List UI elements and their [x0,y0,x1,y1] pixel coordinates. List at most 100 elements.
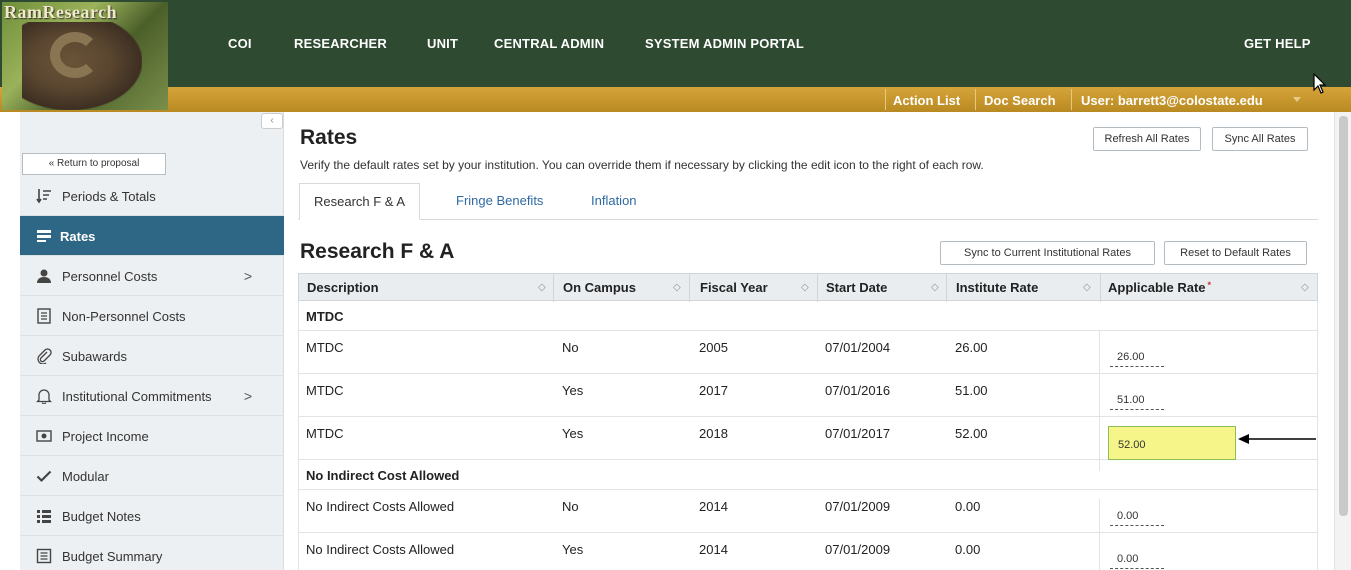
sidebar-item-budget-summary[interactable]: Budget Summary [20,536,284,570]
sidebar-item-non-personnel-costs[interactable]: Non-Personnel Costs [20,296,284,336]
sort-icon[interactable]: ◇ [673,282,681,293]
column-header-start-date[interactable]: Start Date [826,280,887,295]
ramresearch-logo[interactable]: RamResearch [2,2,168,110]
sort-icon[interactable]: ◇ [1301,282,1309,293]
group-row-mtdc: MTDC [298,301,1318,331]
money-icon [36,430,52,442]
column-header-fiscal-year[interactable]: Fiscal Year [700,280,768,295]
sidebar-item-personnel-costs[interactable]: Personnel Costs > [20,256,284,296]
paperclip-icon [37,348,52,364]
sidebar-item-institutional-commitments[interactable]: Institutional Commitments > [20,376,284,416]
list-icon [37,510,51,523]
separator [1071,89,1072,110]
mouse-pointer-icon [1313,73,1327,94]
arrow-left-icon [1238,434,1316,444]
sidebar-item-label: Modular [62,469,109,484]
column-header-applicable-rate[interactable]: Applicable Rate * [1108,280,1211,295]
required-marker: * [1207,280,1212,290]
sidebar-item-label: Budget Summary [62,549,163,564]
sidebar-item-label: Budget Notes [62,509,141,524]
cell-start-date: 07/01/2016 [825,383,891,398]
chevron-down-icon[interactable] [1293,97,1301,102]
applicable-rate-input[interactable]: 26.00 [1110,345,1164,367]
column-divider [553,274,554,302]
return-to-proposal-button[interactable]: « Return to proposal [22,153,166,175]
table-header: Description ◇ On Campus ◇ Fiscal Year ◇ … [298,273,1318,302]
sidebar-item-project-income[interactable]: Project Income [20,416,284,456]
chevron-right-icon: > [243,268,252,284]
refresh-all-rates-button[interactable]: Refresh All Rates [1093,127,1201,151]
nav-unit[interactable]: UNIT [427,36,458,51]
column-header-institute-rate[interactable]: Institute Rate [956,280,1038,295]
tab-inflation[interactable]: Inflation [591,183,637,220]
cell-description: No Indirect Costs Allowed [306,542,455,557]
tab-fringe-benefits[interactable]: Fringe Benefits [456,183,543,220]
cell-institute-rate: 26.00 [955,340,988,355]
sidebar-item-budget-notes[interactable]: Budget Notes [20,496,284,536]
sidebar-item-label: Periods & Totals [62,189,156,204]
tab-research-fa[interactable]: Research F & A [299,183,421,220]
cell-fiscal-year: 2017 [699,383,728,398]
cell-on-campus: Yes [562,383,584,398]
cell-institute-rate: 52.00 [955,426,988,441]
cell-start-date: 07/01/2004 [825,340,891,355]
applicable-rate-input[interactable]: 0.00 [1110,547,1164,569]
doc-search-link[interactable]: Doc Search [984,93,1056,108]
nav-central-admin[interactable]: CENTRAL ADMIN [494,36,604,51]
sort-list-icon [36,189,51,204]
column-header-on-campus[interactable]: On Campus [563,280,636,295]
person-icon [37,269,51,283]
cell-description: MTDC [306,426,344,441]
cell-fiscal-year: 2014 [699,499,728,514]
applicable-rate-input[interactable]: 51.00 [1110,388,1164,410]
scrollbar-thumb[interactable] [1339,116,1348,516]
sync-to-current-rates-button[interactable]: Sync to Current Institutional Rates [940,241,1155,265]
rates-icon [37,230,51,242]
logo-text: RamResearch [4,2,118,22]
sort-icon[interactable]: ◇ [1083,282,1091,293]
sidebar-item-periods-totals[interactable]: Periods & Totals [20,176,284,216]
cell-on-campus: Yes [562,426,584,441]
bell-icon [36,389,52,404]
applicable-rate-input[interactable]: 0.00 [1110,504,1164,526]
nav-system-admin-portal[interactable]: SYSTEM ADMIN PORTAL [645,36,804,51]
column-header-description[interactable]: Description [307,280,379,295]
cell-start-date: 07/01/2009 [825,499,891,514]
cell-fiscal-year: 2005 [699,340,728,355]
vertical-scrollbar[interactable] [1334,112,1351,570]
nav-coi[interactable]: COI [228,36,252,51]
tab-divider [298,219,1318,220]
sidebar-item-rates[interactable]: Rates [20,216,284,256]
checkmark-icon [36,470,52,483]
sort-icon[interactable]: ◇ [801,282,809,293]
summary-icon [36,548,52,564]
sidebar-item-label: Project Income [62,429,149,444]
sync-all-rates-button[interactable]: Sync All Rates [1212,127,1308,151]
page-instructions: Verify the default rates set by your ins… [300,158,984,172]
ram-horn-image [50,32,100,78]
sidebar-item-subawards[interactable]: Subawards [20,336,284,376]
column-header-label: Applicable Rate [1108,280,1206,295]
sort-icon[interactable]: ◇ [931,282,939,293]
section-title: Research F & A [300,240,455,263]
sort-icon[interactable]: ◇ [538,282,546,293]
applicable-rate-input-editing[interactable]: 52.00 [1108,426,1236,460]
sidebar-item-label: Institutional Commitments [62,389,212,404]
reset-to-default-rates-button[interactable]: Reset to Default Rates [1164,241,1307,265]
action-list-link[interactable]: Action List [893,93,960,108]
table-row: MTDC Yes 2017 07/01/2016 51.00 51.00 [298,374,1318,417]
cell-on-campus: Yes [562,542,584,557]
cell-start-date: 07/01/2009 [825,542,891,557]
sidebar-item-label: Personnel Costs [62,269,158,284]
user-menu[interactable]: User: barrett3@colostate.edu [1081,93,1263,108]
chevron-right-icon: > [243,388,252,404]
document-icon [37,308,51,324]
cell-on-campus: No [562,499,579,514]
cell-institute-rate: 0.00 [955,542,981,557]
nav-researcher[interactable]: RESEARCHER [294,36,387,51]
sidebar-item-label: Non-Personnel Costs [62,309,186,324]
collapse-sidebar-icon[interactable]: ‹ [261,113,283,129]
get-help-link[interactable]: GET HELP [1244,36,1311,51]
table-row: MTDC No 2005 07/01/2004 26.00 26.00 [298,331,1318,374]
sidebar-item-modular[interactable]: Modular [20,456,284,496]
